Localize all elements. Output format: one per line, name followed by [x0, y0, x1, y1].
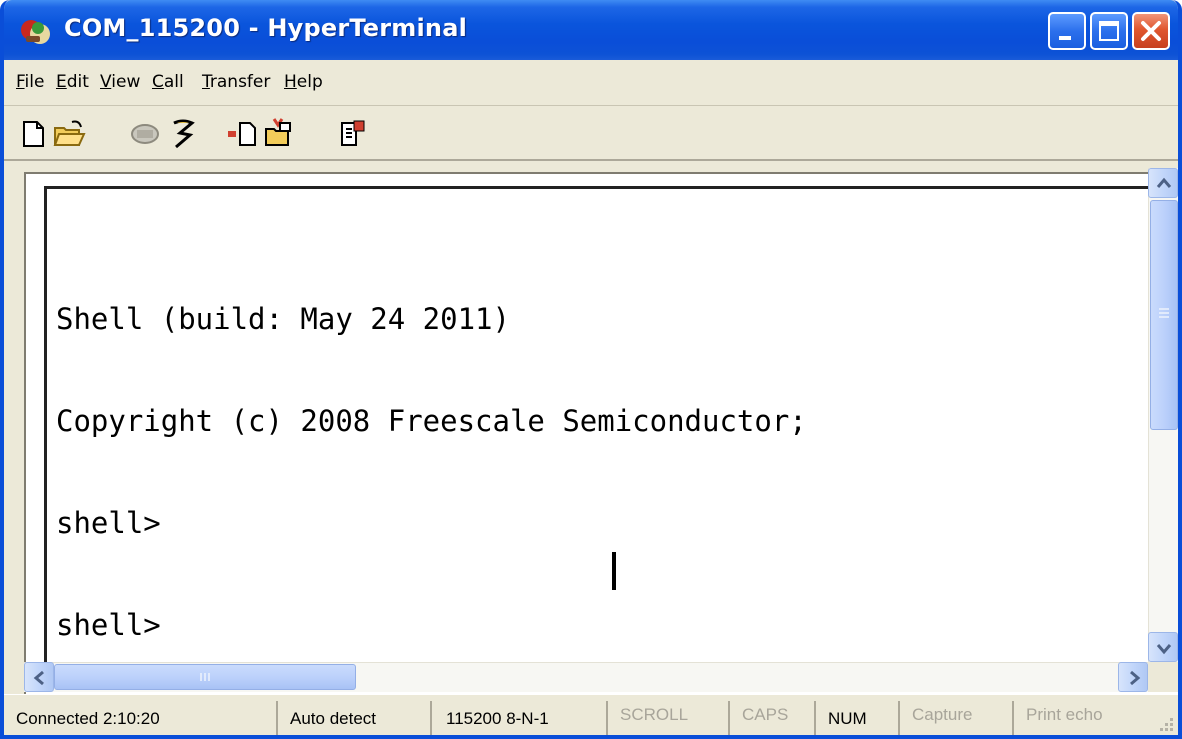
disconnect-icon[interactable]	[128, 117, 162, 151]
chevron-up-icon	[1156, 177, 1172, 188]
menu-file[interactable]: File	[16, 72, 44, 92]
status-caps: CAPS	[734, 701, 816, 735]
menu-help-accel: H	[284, 72, 297, 92]
terminal-output: Shell (build: May 24 2011) Copyright (c)…	[56, 234, 807, 710]
menu-help[interactable]: Help	[284, 72, 323, 92]
menu-bar: File Edit View Call Transfer Help	[4, 60, 1178, 106]
close-button[interactable]	[1132, 12, 1170, 50]
open-icon[interactable]	[52, 117, 86, 151]
receive-icon[interactable]	[262, 117, 296, 151]
menu-call-label: all	[163, 72, 184, 92]
close-icon	[1141, 21, 1161, 41]
hyperterminal-app-icon[interactable]	[18, 14, 54, 50]
vertical-scroll-thumb[interactable]	[1150, 200, 1178, 430]
horizontal-scroll-thumb[interactable]	[54, 664, 356, 690]
connect-icon[interactable]	[166, 117, 200, 151]
toolbar	[4, 107, 1178, 161]
menu-view-accel: V	[100, 72, 112, 92]
menu-edit-label: dit	[66, 72, 89, 92]
status-port-settings: 115200 8-N-1	[438, 701, 608, 735]
text-cursor	[612, 552, 616, 590]
status-bar: Connected 2:10:20 Auto detect 115200 8-N…	[4, 694, 1178, 735]
menu-transfer[interactable]: Transfer	[202, 72, 270, 92]
menu-call[interactable]: Call	[152, 72, 184, 92]
menu-view-label: iew	[111, 72, 141, 92]
hyperterminal-window: COM_115200 - HyperTerminal File Edit Vie…	[0, 0, 1182, 739]
status-capture: Capture	[904, 701, 1014, 735]
menu-edit[interactable]: Edit	[56, 72, 89, 92]
scroll-left-button[interactable]	[24, 662, 54, 692]
scroll-right-button[interactable]	[1118, 662, 1148, 692]
properties-icon[interactable]	[336, 117, 370, 151]
chevron-left-icon	[33, 670, 44, 686]
send-icon[interactable]	[226, 117, 260, 151]
menu-edit-accel: E	[56, 72, 67, 92]
scroll-down-button[interactable]	[1148, 632, 1178, 662]
maximize-button[interactable]	[1090, 12, 1128, 50]
status-print-echo: Print echo	[1026, 705, 1103, 724]
scrollbar-corner	[1148, 662, 1178, 692]
menu-call-accel: C	[152, 72, 164, 92]
chevron-right-icon	[1130, 670, 1141, 686]
minimize-icon	[1059, 36, 1071, 40]
window-title: COM_115200 - HyperTerminal	[64, 14, 468, 42]
status-num: NUM	[820, 701, 900, 735]
status-auto-detect: Auto detect	[282, 701, 432, 735]
title-bar[interactable]: COM_115200 - HyperTerminal	[4, 0, 1178, 60]
resize-grip-icon[interactable]	[1154, 714, 1176, 735]
menu-file-label: ile	[24, 72, 45, 92]
minimize-button[interactable]	[1048, 12, 1086, 50]
terminal-line: shell>	[56, 506, 161, 540]
menu-transfer-label: ransfer	[209, 72, 271, 92]
terminal-line: Copyright (c) 2008 Freescale Semiconduct…	[56, 404, 807, 438]
menu-file-accel: F	[16, 72, 25, 92]
terminal-line: Shell (build: May 24 2011)	[56, 302, 510, 336]
chevron-down-icon	[1156, 644, 1172, 655]
terminal-line: shell>	[56, 608, 161, 642]
scroll-up-button[interactable]	[1148, 168, 1178, 198]
status-scroll: SCROLL	[612, 701, 730, 735]
menu-help-label: elp	[296, 72, 323, 92]
menu-transfer-accel: T	[202, 72, 210, 92]
status-connected: Connected 2:10:20	[8, 701, 278, 735]
menu-view[interactable]: View	[100, 72, 140, 92]
new-icon[interactable]	[16, 117, 50, 151]
